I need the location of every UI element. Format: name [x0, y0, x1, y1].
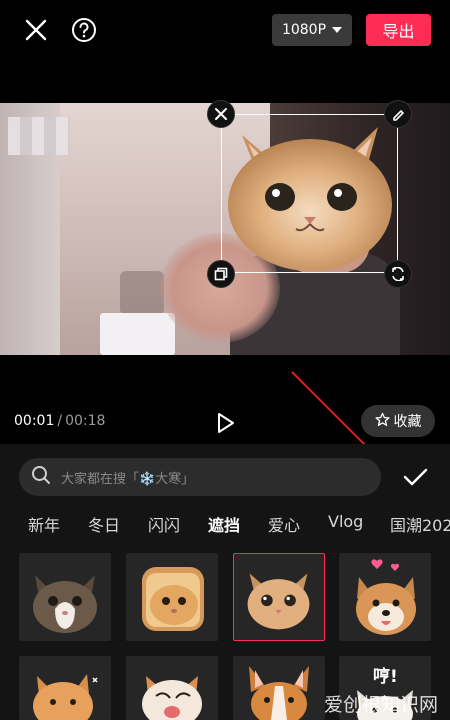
favorite-button[interactable]: 收藏: [361, 405, 435, 437]
top-bar: 1080P 导出: [0, 0, 450, 62]
time-separator: /: [57, 413, 63, 429]
tab-category[interactable]: 爱心: [268, 512, 300, 536]
search-placeholder: 大家都在搜「❄️大寒」: [61, 471, 195, 487]
sticker-cat[interactable]: [19, 553, 111, 641]
sticker-corgi[interactable]: [233, 656, 325, 720]
sticker-dog[interactable]: [126, 656, 218, 720]
rotate-scale-icon[interactable]: [384, 260, 412, 288]
edit-pencil-icon[interactable]: [384, 100, 412, 128]
export-button[interactable]: 导出: [366, 14, 431, 46]
sticker-search-input[interactable]: 大家都在搜「❄️大寒」: [19, 458, 381, 496]
search-icon: [31, 465, 51, 489]
tab-category[interactable]: 冬日: [88, 512, 120, 536]
tab-category[interactable]: Vlog: [328, 512, 363, 531]
favorite-label: 收藏: [393, 414, 422, 430]
tab-category[interactable]: 闪闪: [148, 512, 180, 536]
sticker-cat-2[interactable]: [19, 656, 111, 720]
sticker-cat-toast[interactable]: [126, 553, 218, 641]
tab-category-active[interactable]: 遮挡: [208, 512, 240, 536]
delete-sticker-icon[interactable]: [207, 100, 235, 128]
help-icon[interactable]: [70, 16, 98, 44]
sticker-selection-box[interactable]: [221, 114, 398, 273]
current-time: 00:01: [14, 413, 55, 429]
copy-icon[interactable]: [207, 260, 235, 288]
total-time: 00:18: [65, 413, 106, 429]
close-icon[interactable]: [22, 16, 50, 44]
resolution-label: 1080P: [281, 22, 327, 38]
sticker-text: 哼!: [373, 667, 398, 687]
caret-down-icon: [332, 27, 343, 33]
confirm-check-icon[interactable]: [400, 462, 430, 492]
resolution-dropdown[interactable]: 1080P: [272, 14, 352, 46]
star-icon: [374, 412, 390, 431]
category-tabs: 新年 冬日 闪闪 遮挡 爱心 Vlog 国潮202: [0, 512, 450, 540]
watermark-text: 爱创根知识网: [324, 694, 439, 716]
sticker-cat-face-selected[interactable]: [233, 553, 325, 641]
tab-category[interactable]: 新年: [28, 512, 60, 536]
tab-category[interactable]: 国潮202: [390, 512, 450, 536]
mosaic-blur: [8, 117, 70, 155]
time-display: 00:01/00:18: [14, 413, 105, 429]
play-icon[interactable]: [212, 410, 238, 436]
sticker-shiba-hearts[interactable]: [339, 553, 431, 641]
